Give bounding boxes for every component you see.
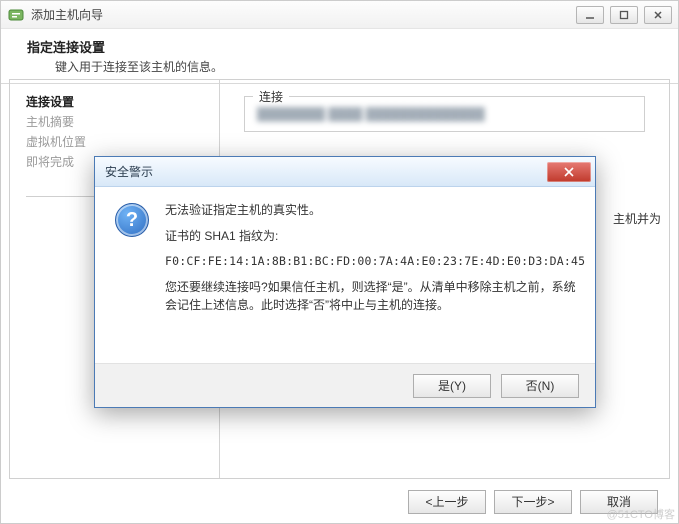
nav-step-vm-location[interactable]: 虚拟机位置 bbox=[26, 132, 203, 152]
question-icon: ? bbox=[115, 203, 149, 237]
connection-legend: 连接 bbox=[253, 88, 289, 105]
titlebar: 添加主机向导 bbox=[1, 1, 678, 29]
dialog-close-button[interactable] bbox=[547, 162, 591, 182]
dialog-fingerprint: F0:CF:FE:14:1A:8B:B1:BC:FD:00:7A:4A:E0:2… bbox=[165, 253, 585, 270]
partial-visible-text: 主机并为 bbox=[613, 210, 661, 227]
dialog-line1: 无法验证指定主机的真实性。 bbox=[165, 201, 585, 219]
header-subtitle: 键入用于连接至该主机的信息。 bbox=[55, 58, 664, 75]
close-button[interactable] bbox=[644, 6, 672, 24]
dialog-title: 安全警示 bbox=[95, 163, 547, 180]
yes-button[interactable]: 是(Y) bbox=[413, 374, 491, 398]
connection-fieldset: 连接 ████████ ████ ██████████████ bbox=[244, 96, 645, 132]
vsphere-icon bbox=[7, 6, 25, 24]
dialog-footer: 是(Y) 否(N) bbox=[95, 363, 595, 407]
header-title: 指定连接设置 bbox=[27, 37, 664, 56]
no-button[interactable]: 否(N) bbox=[501, 374, 579, 398]
window-buttons bbox=[576, 6, 678, 24]
security-alert-dialog: 安全警示 ? 无法验证指定主机的真实性。 证书的 SHA1 指纹为: F0:CF… bbox=[94, 156, 596, 408]
wizard-header: 指定连接设置 键入用于连接至该主机的信息。 bbox=[1, 29, 678, 81]
dialog-line2: 证书的 SHA1 指纹为: bbox=[165, 227, 585, 245]
dialog-titlebar: 安全警示 bbox=[95, 157, 595, 187]
wizard-footer: <上一步 下一步> 取消 bbox=[1, 479, 678, 523]
dialog-body: ? 无法验证指定主机的真实性。 证书的 SHA1 指纹为: F0:CF:FE:1… bbox=[95, 187, 595, 363]
blurred-content: ████████ ████ ██████████████ bbox=[257, 107, 632, 121]
nav-step-host-summary[interactable]: 主机摘要 bbox=[26, 112, 203, 132]
next-button[interactable]: 下一步> bbox=[494, 490, 572, 514]
maximize-button[interactable] bbox=[610, 6, 638, 24]
back-button[interactable]: <上一步 bbox=[408, 490, 486, 514]
dialog-message: 无法验证指定主机的真实性。 证书的 SHA1 指纹为: F0:CF:FE:14:… bbox=[165, 201, 585, 363]
dialog-line3: 您还要继续连接吗?如果信任主机，则选择“是”。从清单中移除主机之前，系统会记住上… bbox=[165, 278, 585, 314]
nav-step-connection[interactable]: 连接设置 bbox=[26, 92, 203, 112]
minimize-button[interactable] bbox=[576, 6, 604, 24]
window-title: 添加主机向导 bbox=[31, 6, 576, 23]
watermark: @51CTO博客 bbox=[607, 506, 675, 522]
